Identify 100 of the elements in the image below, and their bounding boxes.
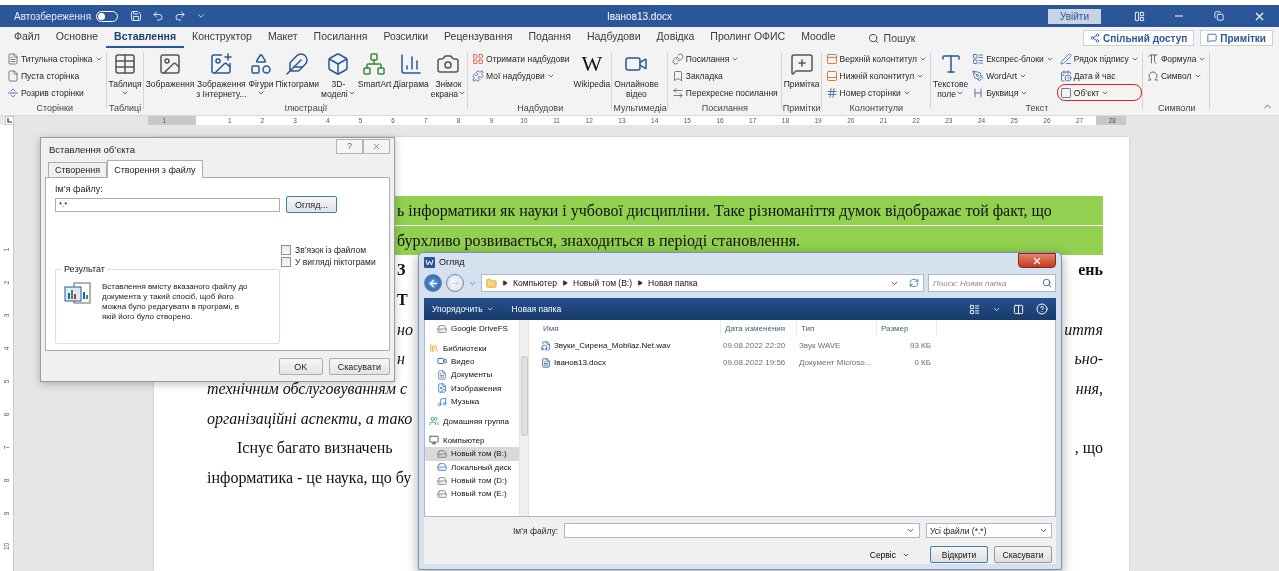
nav-item[interactable]: Библиотеки bbox=[425, 341, 519, 355]
browse-button[interactable]: Огляд... bbox=[286, 196, 337, 213]
undo-icon[interactable] bbox=[152, 10, 165, 22]
file-name[interactable]: Звуки_Сирена_Mobilaz.Net.wav bbox=[539, 340, 719, 351]
checkbox[interactable] bbox=[281, 257, 291, 267]
ribbon-button[interactable]: WordArt bbox=[969, 67, 1057, 84]
path-segment[interactable]: Новый том (B:) bbox=[573, 278, 633, 288]
back-button[interactable] bbox=[424, 274, 442, 292]
menu-tab[interactable]: Подання bbox=[520, 28, 579, 48]
ribbon-button[interactable]: W Wikipedia bbox=[572, 50, 612, 89]
tab-stop-icon[interactable] bbox=[5, 116, 14, 125]
ribbon-button[interactable]: Нижній колонтитул bbox=[822, 67, 930, 84]
ribbon-button[interactable]: Закладка bbox=[668, 67, 781, 84]
sign-in-button[interactable]: Увійти bbox=[1047, 8, 1101, 24]
organize-button[interactable]: Упорядочить bbox=[432, 304, 494, 314]
ribbon-button[interactable]: Діаграма bbox=[392, 50, 430, 89]
ribbon-button[interactable]: Номер сторінки bbox=[822, 84, 930, 101]
nav-item[interactable]: Компьютер bbox=[425, 433, 519, 448]
nav-item[interactable]: Новый том (D:) bbox=[425, 473, 519, 488]
ribbon-button[interactable]: Отримати надбудови bbox=[469, 50, 573, 67]
ribbon-button[interactable]: Верхній колонтитул bbox=[822, 50, 930, 67]
column-header[interactable]: Тип bbox=[797, 320, 877, 336]
refresh-icon[interactable] bbox=[909, 278, 919, 288]
column-header[interactable]: Дата изменения bbox=[721, 320, 797, 336]
ribbon-button[interactable]: Буквиця bbox=[969, 84, 1057, 101]
ribbon-button[interactable]: Експрес-блоки bbox=[969, 50, 1057, 67]
restore-icon[interactable] bbox=[1214, 11, 1224, 21]
search-button[interactable]: Пошук bbox=[859, 32, 924, 48]
scrollbar[interactable] bbox=[519, 320, 528, 516]
menu-tab[interactable]: Надбудови bbox=[578, 28, 649, 48]
ribbon-button[interactable]: Таблиця bbox=[107, 50, 143, 97]
ribbon-button[interactable]: Текстове поле bbox=[932, 50, 970, 99]
ok-button[interactable]: OK bbox=[278, 358, 323, 375]
file-type-dropdown[interactable]: Усі файли (*.*) bbox=[926, 523, 1052, 538]
ribbon-button[interactable]: Посилання bbox=[668, 50, 781, 67]
address-bar[interactable]: Компьютер Новый том (B:) Новая папка bbox=[481, 274, 924, 292]
cancel-button[interactable]: Скасувати bbox=[328, 358, 390, 375]
redo-icon[interactable] bbox=[174, 10, 187, 22]
ribbon-button[interactable]: Рядок підпису bbox=[1056, 50, 1142, 67]
menu-tab[interactable]: Пролинг ОФИС bbox=[702, 28, 794, 48]
ribbon-button[interactable]: Зображення з Інтернету... bbox=[195, 50, 248, 99]
ribbon-button[interactable]: Розрив сторінки bbox=[4, 84, 106, 101]
file-name-field[interactable] bbox=[564, 523, 920, 538]
open-button[interactable]: Відкрити bbox=[930, 546, 988, 563]
path-segment[interactable]: Компьютер bbox=[513, 278, 557, 288]
nav-item[interactable]: Документы bbox=[425, 368, 519, 382]
path-segment[interactable]: Новая папка bbox=[648, 278, 698, 288]
ribbon-button[interactable]: Дата й час bbox=[1056, 67, 1142, 84]
ribbon-button[interactable]: 3D- моделі bbox=[320, 50, 357, 99]
nav-item[interactable]: Видео bbox=[425, 354, 519, 369]
menu-tab[interactable]: Макет bbox=[259, 28, 306, 48]
menu-tab[interactable]: Посилання bbox=[305, 28, 376, 48]
ribbon-button[interactable]: Примітка bbox=[782, 50, 821, 89]
menu-tab[interactable]: Файл bbox=[6, 28, 48, 48]
nav-item[interactable]: Изображения bbox=[425, 381, 519, 395]
customize-icon[interactable] bbox=[196, 11, 207, 21]
column-header[interactable]: Имя bbox=[539, 320, 721, 336]
new-folder-button[interactable]: Новая папка bbox=[511, 304, 562, 314]
ribbon-options-icon[interactable] bbox=[1133, 10, 1145, 22]
nav-item[interactable]: Домашняя группа bbox=[425, 414, 519, 428]
nav-item[interactable]: Новый том (B:) bbox=[425, 447, 519, 461]
nav-item[interactable]: Новый том (E:) bbox=[425, 487, 519, 501]
ribbon-button[interactable]: Мої надбудови bbox=[469, 67, 573, 84]
file-name-field[interactable]: *.* bbox=[55, 197, 280, 212]
menu-tab[interactable]: Основне bbox=[47, 28, 107, 48]
column-header[interactable]: Размер bbox=[877, 320, 937, 336]
ribbon-button[interactable]: Перехресне посилання bbox=[668, 84, 781, 101]
menu-tab[interactable]: Розсилки bbox=[375, 28, 437, 48]
file-name[interactable]: Іванов13.docx bbox=[539, 357, 719, 368]
close-button[interactable] bbox=[1018, 253, 1056, 268]
forward-button[interactable] bbox=[446, 274, 464, 292]
dialog-tab[interactable]: Створення bbox=[48, 162, 108, 177]
help-icon[interactable] bbox=[1036, 303, 1048, 315]
checkbox[interactable] bbox=[281, 245, 291, 255]
ribbon-button[interactable]: Онлайнове відео bbox=[613, 50, 660, 99]
ribbon-button[interactable]: Пуста сторінка bbox=[4, 67, 106, 84]
ribbon-button[interactable]: Піктограми bbox=[274, 50, 321, 89]
ribbon-button[interactable]: Титульна сторінка bbox=[4, 50, 106, 67]
help-button[interactable]: ? bbox=[336, 138, 363, 154]
ribbon-button[interactable]: Символ bbox=[1143, 67, 1210, 84]
menu-tab[interactable]: Конструктор bbox=[184, 28, 260, 48]
cancel-button[interactable]: Скасувати bbox=[994, 546, 1052, 563]
ribbon-button[interactable]: SmartArt bbox=[356, 50, 393, 89]
menu-tab[interactable]: Довідка bbox=[648, 28, 703, 48]
ribbon-button[interactable]: Знімок екрана bbox=[429, 50, 468, 99]
search-field[interactable]: Поиск: Новая папка bbox=[928, 274, 1056, 292]
menu-tab[interactable]: Moodle bbox=[793, 28, 844, 48]
ribbon-button[interactable]: Формула bbox=[1143, 50, 1210, 67]
comments-button[interactable]: Примітки bbox=[1200, 30, 1273, 46]
nav-item[interactable]: Google DriveFS bbox=[425, 322, 519, 336]
menu-tab[interactable]: Рецензування bbox=[436, 28, 521, 48]
ribbon-button[interactable]: Фігури bbox=[247, 50, 275, 97]
ribbon-button[interactable]: Зображення bbox=[144, 50, 196, 89]
dialog-tab[interactable]: Створення з файлу bbox=[107, 160, 203, 178]
preview-pane-icon[interactable] bbox=[1013, 303, 1024, 315]
nav-item[interactable]: Музыка bbox=[425, 394, 519, 409]
ribbon-button[interactable]: Об’єкт bbox=[1056, 84, 1142, 101]
share-button[interactable]: Спільний доступ bbox=[1083, 30, 1195, 46]
view-icon[interactable] bbox=[969, 303, 980, 315]
save-icon[interactable] bbox=[130, 10, 143, 22]
